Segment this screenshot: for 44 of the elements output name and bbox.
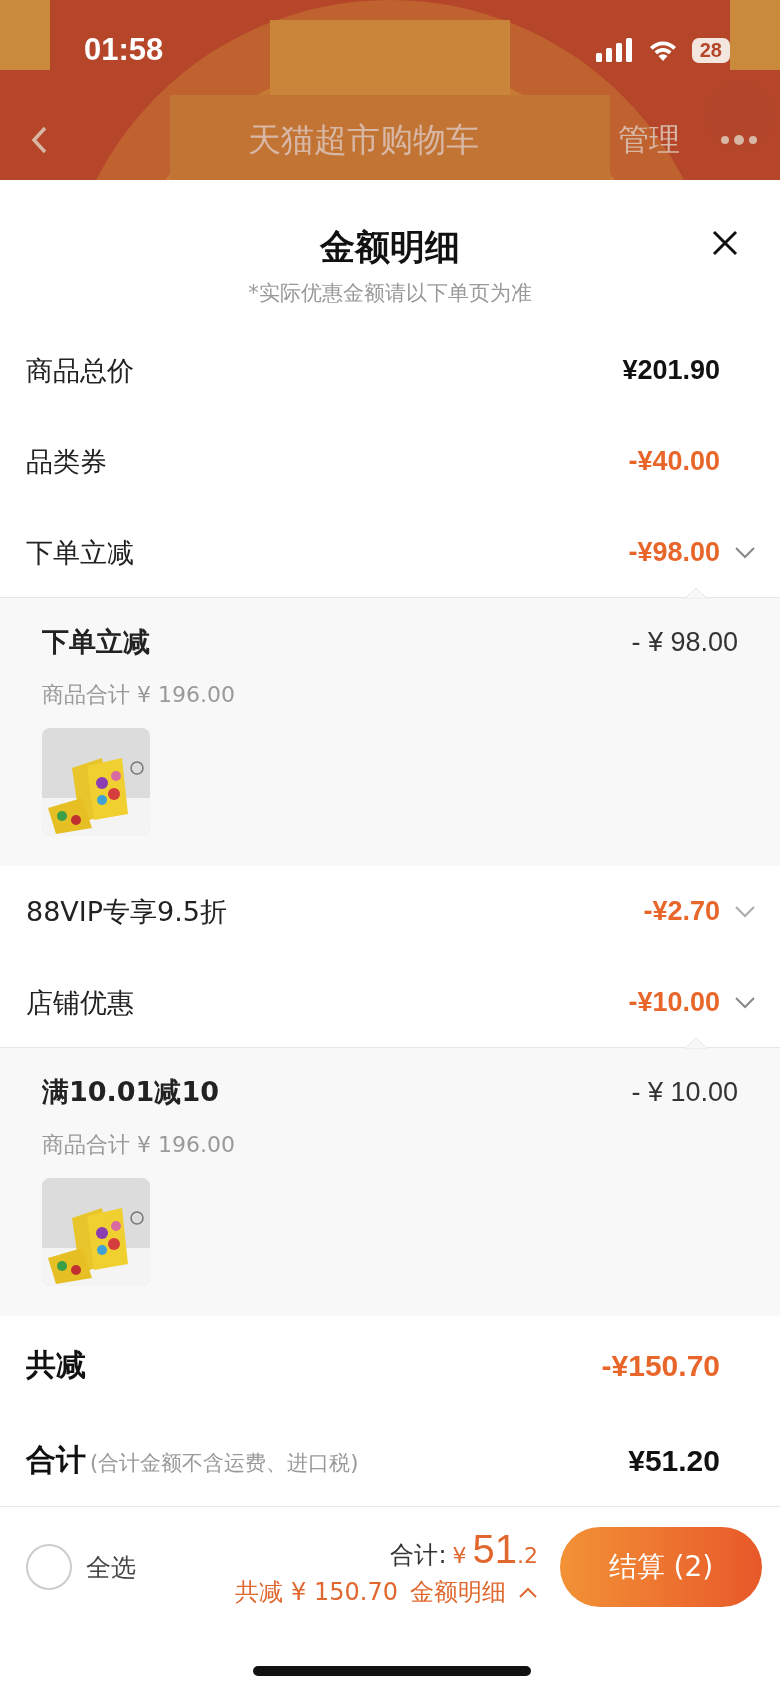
chevron-icon[interactable] — [734, 545, 756, 560]
disclaimer-text: *实际优惠金额请以下单页为准 — [248, 280, 532, 307]
amount-text: ¥201.90 — [622, 355, 720, 386]
more-icon[interactable] — [720, 135, 758, 145]
chevron-icon[interactable] — [734, 904, 756, 919]
total-price: 51 — [472, 1526, 517, 1572]
amount-text: -¥40.00 — [628, 446, 720, 477]
detail-amount: - ¥ 10.00 — [631, 1076, 738, 1108]
row-label: 品类券 — [26, 444, 107, 479]
row-label: 店铺优惠 — [26, 985, 134, 1020]
back-icon[interactable] — [30, 125, 48, 155]
currency-sign: ¥ — [452, 1542, 467, 1568]
subtotal-text: 商品合计 ¥ 196.00 — [42, 1131, 236, 1159]
wifi-icon — [647, 39, 678, 61]
savings-text: 共减 ¥ 150.70 — [235, 1576, 398, 1608]
detail-title: 满10.01减10 — [42, 1075, 219, 1109]
caret-icon[interactable] — [518, 1585, 538, 1598]
total-amount: ¥51.20 — [628, 1443, 720, 1478]
checkout-button[interactable]: 结算 (2) — [560, 1527, 762, 1607]
chevron-icon[interactable] — [734, 995, 756, 1010]
page-title: 天猫超市购物车 — [246, 118, 480, 161]
amount-text: -¥10.00 — [628, 987, 720, 1018]
total-price-decimal: .2 — [517, 1542, 538, 1568]
row-label: 下单立减 — [26, 535, 134, 570]
detail-title: 下单立减 — [42, 625, 150, 659]
detail-link[interactable]: 金额明细 — [410, 1575, 506, 1608]
total-note: (合计金额不含运费、进口税) — [90, 1450, 359, 1477]
row-label: 商品总价 — [26, 353, 134, 388]
signal-icon — [595, 38, 634, 62]
manage-link[interactable]: 管理 — [618, 119, 680, 161]
amount-text: -¥98.00 — [628, 537, 720, 568]
select-all-label: 全选 — [86, 1551, 136, 1584]
total-label: 合计 — [26, 1441, 86, 1479]
amount-text: -¥2.70 — [643, 896, 720, 927]
detail-amount: - ¥ 98.00 — [631, 626, 738, 658]
saved-label: 共减 — [26, 1346, 86, 1384]
sheet-title: 金额明细 — [320, 226, 460, 269]
subtotal-text: 商品合计 ¥ 196.00 — [42, 681, 236, 709]
saved-amount: -¥150.70 — [601, 1348, 720, 1383]
select-all-checkbox[interactable] — [26, 1544, 72, 1590]
status-time: 01:58 — [84, 32, 164, 68]
close-icon[interactable] — [712, 230, 738, 256]
total-label: 合计: — [390, 1539, 447, 1571]
row-label: 88VIP专享9.5折 — [26, 894, 227, 929]
